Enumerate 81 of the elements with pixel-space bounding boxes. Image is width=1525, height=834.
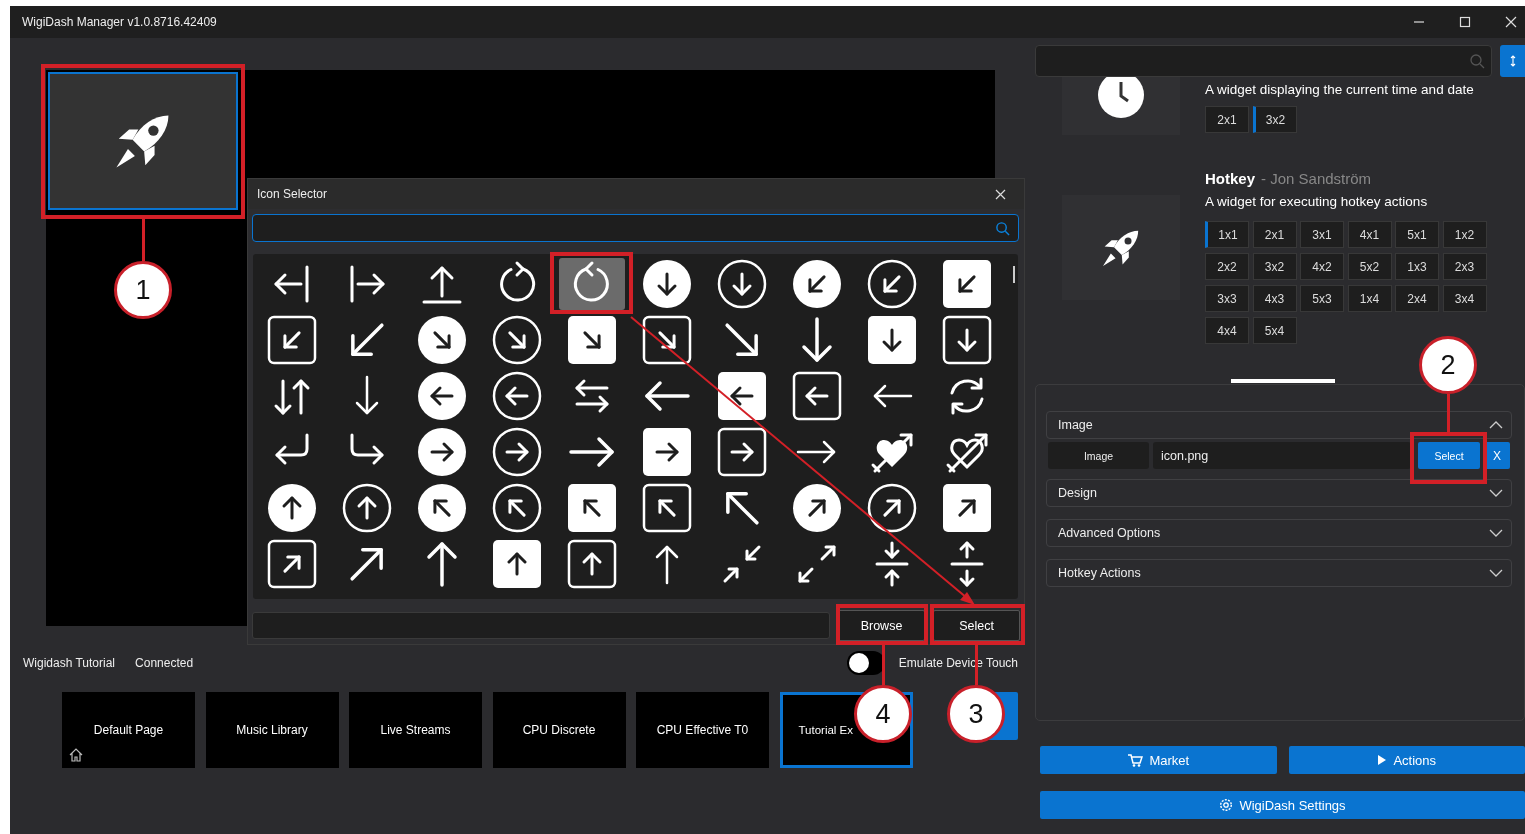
window-title: WigiDash Manager v1.0.8716.42409 bbox=[22, 15, 217, 29]
cart-icon bbox=[1127, 753, 1144, 767]
size-option[interactable]: 5x3 bbox=[1300, 285, 1344, 312]
page-label: Music Library bbox=[236, 723, 308, 737]
size-option[interactable]: 1x1 bbox=[1205, 221, 1249, 248]
widget-name: Hotkey bbox=[1205, 170, 1256, 187]
callout-tooltip: 2 bbox=[1419, 336, 1477, 394]
image-label: Image bbox=[1048, 442, 1149, 469]
image-path-field[interactable]: icon.png bbox=[1153, 442, 1411, 469]
chevron-icon bbox=[1489, 421, 1503, 429]
callout-tooltip: 3 bbox=[947, 685, 1005, 743]
leader-line bbox=[1447, 394, 1450, 432]
size-option[interactable]: 4x2 bbox=[1300, 253, 1344, 280]
dialog-title: Icon Selector bbox=[257, 187, 328, 201]
size-option[interactable]: 3x1 bbox=[1300, 221, 1344, 248]
page-label: CPU Effective T0 bbox=[656, 723, 749, 737]
page-tile[interactable]: Default Page bbox=[62, 692, 195, 768]
chevron-icon bbox=[1489, 489, 1503, 497]
size-option[interactable]: 3x3 bbox=[1205, 285, 1249, 312]
size-option[interactable]: 2x2 bbox=[1205, 253, 1249, 280]
size-option[interactable]: 3x4 bbox=[1442, 285, 1487, 312]
widget-author: - Jon Sandström bbox=[1261, 170, 1372, 187]
maximize-icon[interactable] bbox=[1459, 16, 1471, 28]
size-option[interactable]: 4x4 bbox=[1205, 317, 1249, 344]
accordion-header[interactable]: Design bbox=[1046, 479, 1512, 507]
scrollbar-thumb[interactable] bbox=[1013, 266, 1015, 283]
settings-icon bbox=[1219, 798, 1234, 812]
action-bar-button[interactable]: Market bbox=[1040, 746, 1277, 774]
accordion-header[interactable]: Image bbox=[1046, 411, 1512, 439]
size-option[interactable]: 2x4 bbox=[1395, 285, 1439, 312]
size-option[interactable]: 5x4 bbox=[1252, 317, 1297, 344]
chevron-icon bbox=[1489, 569, 1503, 577]
section-title: Design bbox=[1058, 486, 1097, 500]
size-option[interactable]: 3x2 bbox=[1252, 253, 1297, 280]
settings-button[interactable]: WigiDash Settings bbox=[1040, 791, 1525, 819]
page-tile[interactable]: Live Streams bbox=[349, 692, 482, 768]
page-label: Tutorial Ex bbox=[798, 724, 854, 736]
size-option[interactable]: 1x3 bbox=[1395, 253, 1439, 280]
size-option[interactable]: 4x3 bbox=[1252, 285, 1297, 312]
icon-search-field[interactable] bbox=[252, 214, 1019, 242]
size-option[interactable]: 4x1 bbox=[1347, 221, 1392, 248]
page-label: Live Streams bbox=[380, 723, 451, 737]
search-field[interactable] bbox=[1035, 45, 1492, 77]
size-option[interactable]: 5x2 bbox=[1347, 253, 1392, 280]
device-name: Wigidash Tutorial bbox=[23, 656, 116, 670]
select-button[interactable]: Select bbox=[1418, 442, 1480, 469]
widget-description: A widget displaying the current time and date bbox=[1205, 81, 1474, 99]
chevron-icon bbox=[1489, 529, 1503, 537]
accordion-header[interactable]: Hotkey Actions bbox=[1046, 559, 1512, 587]
page-label: CPU Discrete bbox=[522, 723, 596, 737]
page-tile[interactable]: Music Library bbox=[205, 692, 339, 768]
widget-tile[interactable] bbox=[48, 72, 238, 210]
page-label: Default Page bbox=[93, 723, 164, 737]
size-option[interactable]: 1x2 bbox=[1442, 221, 1487, 248]
action-bar-button[interactable]: Actions bbox=[1288, 746, 1525, 774]
dialog-button[interactable]: Browse bbox=[838, 610, 925, 641]
resize-arrows-icon bbox=[1509, 55, 1516, 67]
accordion-header[interactable]: Advanced Options bbox=[1046, 519, 1512, 547]
search-icon bbox=[995, 220, 1010, 236]
size-option[interactable]: 2x1 bbox=[1205, 106, 1249, 133]
dialog-button[interactable]: Select bbox=[933, 610, 1020, 641]
search-icon bbox=[1469, 53, 1485, 69]
connection-status: Connected bbox=[135, 656, 194, 670]
close-icon[interactable] bbox=[995, 188, 1006, 200]
leader-line bbox=[142, 219, 145, 261]
size-option[interactable]: 2x3 bbox=[1442, 253, 1487, 280]
leader-line bbox=[882, 645, 885, 685]
size-option[interactable]: 5x1 bbox=[1395, 221, 1439, 248]
size-option[interactable]: 3x2 bbox=[1252, 106, 1297, 133]
page-tile[interactable]: CPU Effective T0 bbox=[636, 692, 769, 768]
size-option[interactable]: 2x1 bbox=[1252, 221, 1297, 248]
page-tile[interactable]: CPU Discrete bbox=[492, 692, 626, 768]
emulate-touch-toggle[interactable] bbox=[846, 651, 885, 675]
icon-path-field[interactable] bbox=[252, 612, 830, 639]
size-option[interactable]: 1x4 bbox=[1347, 285, 1392, 312]
close-icon[interactable] bbox=[1505, 16, 1517, 28]
play-icon bbox=[1377, 754, 1388, 766]
section-title: Hotkey Actions bbox=[1058, 566, 1141, 580]
section-title: Image bbox=[1058, 418, 1093, 432]
section-title: Advanced Options bbox=[1058, 526, 1161, 540]
widget-description: A widget for executing hotkey actions bbox=[1205, 193, 1428, 211]
